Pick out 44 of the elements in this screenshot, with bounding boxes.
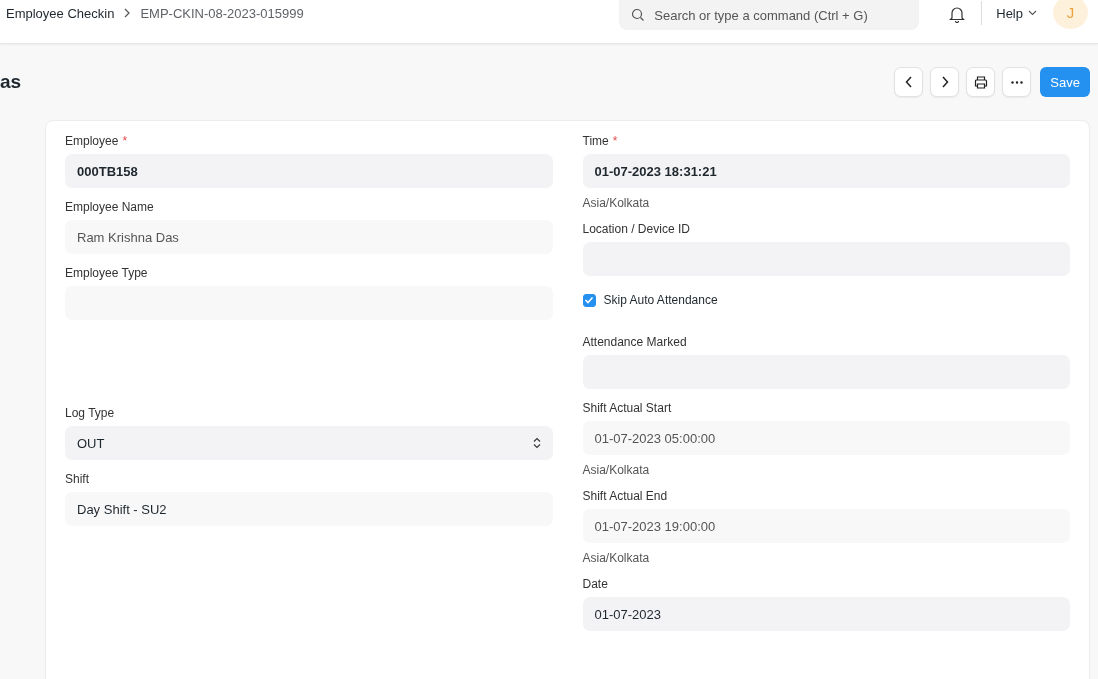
input-field[interactable]: 000TB158: [65, 154, 553, 188]
chevron-right-icon: [940, 76, 949, 88]
chevron-right-icon: [123, 8, 132, 18]
page-title: as: [0, 71, 22, 93]
search-icon: [631, 8, 646, 22]
search-field[interactable]: Search or type a command (Ctrl + G): [619, 0, 920, 30]
more-icon: [1010, 80, 1023, 84]
field-label: Employee: [65, 134, 119, 148]
field-label: Employee Name: [65, 200, 154, 214]
read-only-field: 01-07-2023 19:00:00: [582, 509, 1070, 543]
read-only-field: 01-07-2023 05:00:00: [582, 421, 1070, 455]
printer-icon: [973, 75, 988, 89]
input-field[interactable]: 01-07-2023: [582, 597, 1070, 631]
chevron-down-icon: [1028, 10, 1037, 16]
field-label: Attendance Marked: [582, 335, 687, 349]
field-label: Log Type: [65, 406, 115, 420]
field-label: Shift Actual Start: [582, 401, 672, 415]
field-description: Asia/Kolkata: [582, 551, 651, 565]
next-button[interactable]: [930, 67, 960, 97]
breadcrumb-link[interactable]: Employee Checkin: [6, 5, 115, 21]
notification-bell-icon[interactable]: [949, 5, 966, 23]
read-only-field: Ram Krishna Das: [65, 220, 553, 254]
input-field[interactable]: 01-07-2023 18:31:21: [582, 154, 1070, 188]
checkbox-label: Skip Auto Attendance: [603, 293, 718, 307]
field-description: Asia/Kolkata: [582, 463, 651, 477]
more-options-button[interactable]: [1002, 67, 1032, 97]
select-field[interactable]: OUT: [65, 426, 553, 460]
input-field[interactable]: Day Shift - SU2: [65, 492, 553, 526]
field-description: Asia/Kolkata: [582, 196, 651, 210]
required-asterisk: *: [122, 134, 128, 148]
chevron-left-icon: [904, 76, 913, 88]
field-label: Shift: [65, 472, 89, 486]
field-label: Shift Actual End: [582, 489, 668, 503]
field-label: Date: [582, 577, 608, 591]
field-label: Employee Type: [65, 266, 148, 280]
breadcrumb-link[interactable]: EMP-CKIN-08-2023-015999: [140, 5, 304, 21]
field-label: Location / Device ID: [582, 222, 690, 236]
up-down-caret-icon: [532, 437, 541, 449]
print-button[interactable]: [966, 67, 996, 97]
help-menu-button[interactable]: Help: [994, 0, 1039, 26]
checkbox[interactable]: [582, 293, 596, 307]
required-asterisk: *: [612, 134, 618, 148]
field-label: Time: [582, 134, 609, 148]
previous-button[interactable]: [894, 67, 924, 97]
